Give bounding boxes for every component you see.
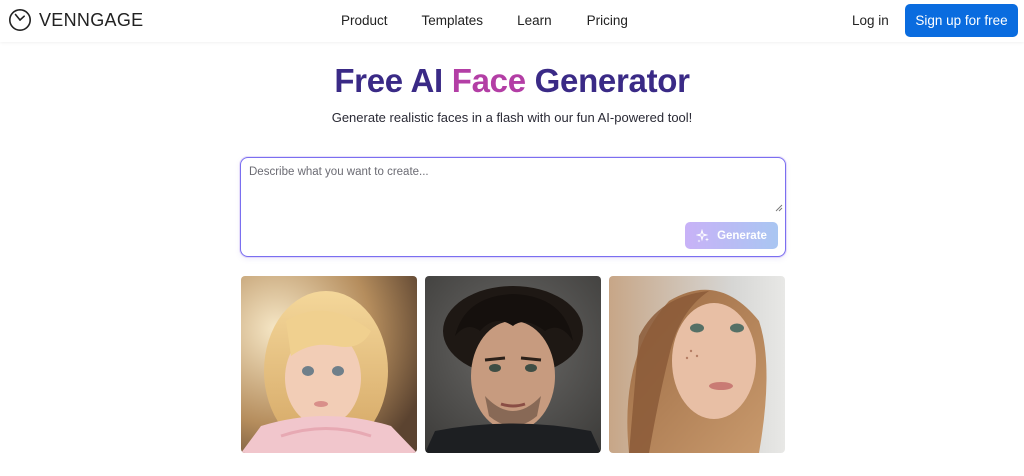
title-part-1: Free AI: [334, 62, 452, 99]
prompt-box: Generate: [240, 157, 786, 257]
generate-button[interactable]: Generate: [685, 222, 778, 249]
sparkle-icon: [696, 228, 710, 242]
nav-product[interactable]: Product: [341, 13, 388, 28]
title-accent: Face: [451, 62, 526, 99]
page-subtitle: Generate realistic faces in a flash with…: [331, 110, 693, 125]
brand-logo[interactable]: VENNGAGE: [8, 8, 143, 32]
page-title: Free AI Face Generator: [0, 62, 1024, 100]
example-face-image-child[interactable]: [241, 276, 417, 453]
nav-templates[interactable]: Templates: [422, 13, 484, 28]
generate-button-label: Generate: [717, 229, 767, 242]
resize-handle-icon[interactable]: [775, 204, 783, 212]
title-part-2: Generator: [525, 62, 690, 99]
man-portrait-image: [425, 276, 601, 453]
woman-portrait-image: [609, 276, 785, 453]
example-face-image-woman[interactable]: [609, 276, 785, 453]
nav-pricing[interactable]: Pricing: [587, 13, 628, 28]
prompt-input[interactable]: [241, 158, 785, 214]
venngage-clock-logo-icon: [9, 9, 31, 31]
main-nav: Product Templates Learn Pricing: [341, 13, 628, 28]
top-navigation-bar: VENNGAGE Product Templates Learn Pricing…: [0, 0, 1024, 42]
brand-name: VENNGAGE: [39, 9, 144, 30]
signup-button[interactable]: Sign up for free: [905, 4, 1018, 37]
child-portrait-image: [241, 276, 417, 453]
login-link[interactable]: Log in: [852, 13, 889, 28]
nav-learn[interactable]: Learn: [517, 13, 552, 28]
example-face-image-man[interactable]: [425, 276, 601, 453]
